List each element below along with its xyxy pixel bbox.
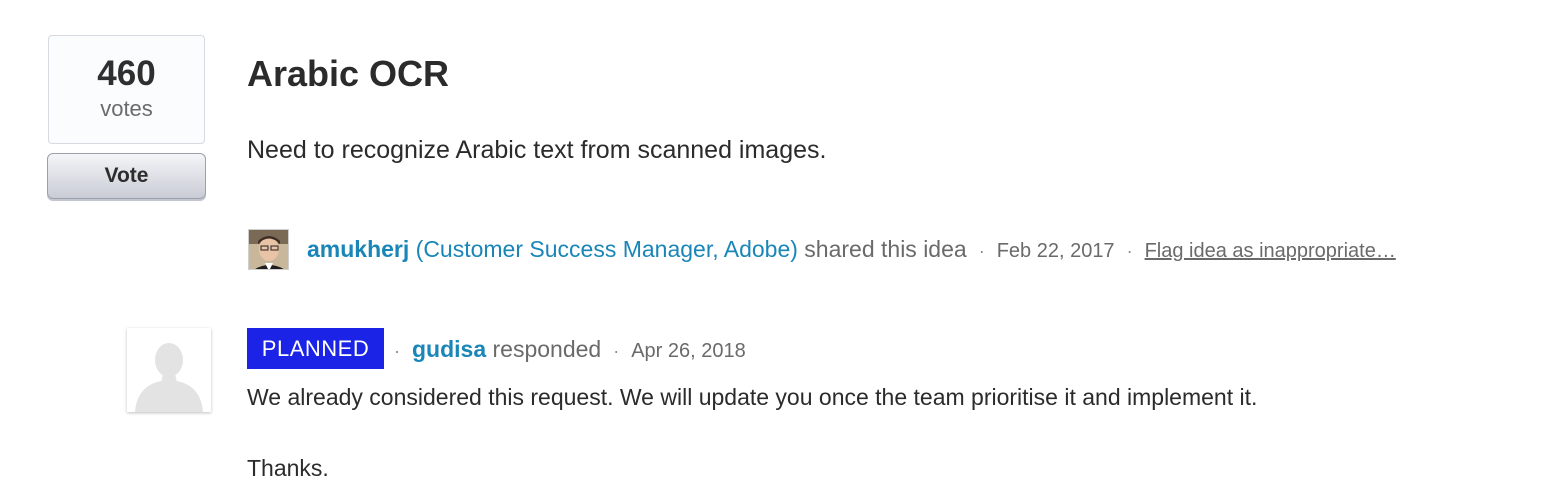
response-date: Apr 26, 2018	[631, 340, 746, 362]
flag-idea-link[interactable]: Flag idea as inappropriate…	[1145, 240, 1396, 262]
response-closing: Thanks.	[247, 455, 329, 481]
separator-dot: ·	[1126, 241, 1133, 261]
idea-meta: amukherj (Customer Success Manager, Adob…	[307, 233, 1396, 267]
author-link[interactable]: amukherj	[307, 236, 409, 262]
idea-page: 460 votes Vote Arabic OCR Need to recogn…	[0, 0, 1544, 498]
author-avatar[interactable]	[248, 229, 289, 270]
response-meta: · gudisa responded · Apr 26, 2018	[394, 333, 746, 367]
separator-dot: ·	[978, 241, 985, 261]
vote-unit-label: votes	[100, 96, 153, 121]
author-photo-icon	[249, 230, 288, 269]
vote-button[interactable]: Vote	[47, 153, 206, 199]
idea-date: Feb 22, 2017	[996, 240, 1115, 262]
response-body: We already considered this request. We w…	[247, 384, 1258, 410]
author-role: (Customer Success Manager, Adobe)	[415, 236, 798, 262]
vote-count-box: 460 votes	[48, 35, 205, 144]
separator-dot: ·	[394, 341, 400, 361]
separator-dot: ·	[613, 341, 620, 361]
default-user-icon	[127, 328, 211, 412]
responder-link[interactable]: gudisa	[412, 336, 486, 362]
status-badge: PLANNED	[247, 328, 384, 369]
responder-action: responded	[492, 336, 602, 362]
responder-avatar[interactable]	[127, 328, 211, 412]
author-action: shared this idea	[804, 236, 967, 262]
idea-description: Need to recognize Arabic text from scann…	[247, 136, 827, 164]
idea-title: Arabic OCR	[247, 53, 450, 94]
vote-count: 460	[97, 54, 156, 93]
